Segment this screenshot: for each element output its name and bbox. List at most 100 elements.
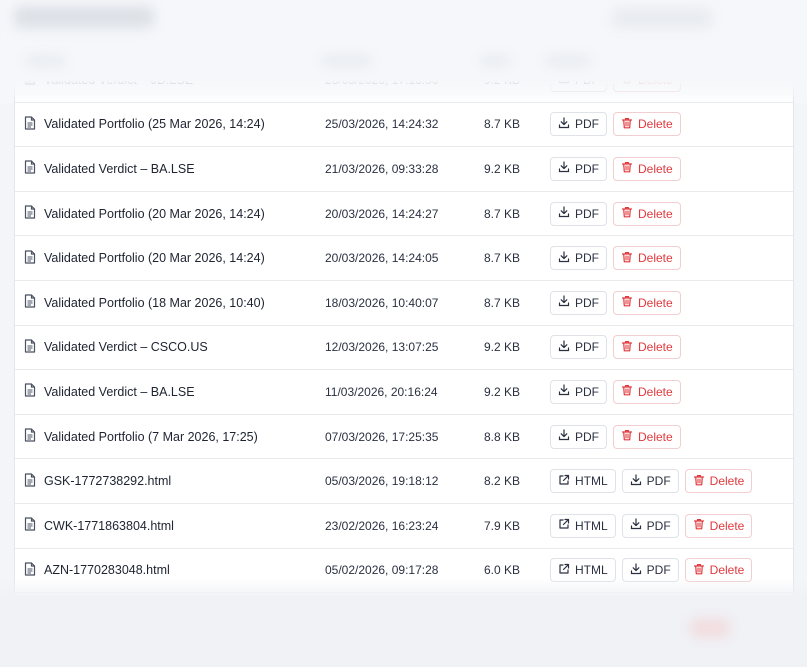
- trash-icon: [693, 518, 705, 533]
- download-icon: [630, 474, 642, 489]
- report-date: 25/03/2026, 14:24:32: [325, 117, 439, 132]
- row-actions: HTML PDF Delete: [550, 459, 753, 503]
- report-size: 8.7 KB: [484, 117, 521, 132]
- trash-icon: [621, 251, 633, 266]
- report-size: 8.7 KB: [484, 251, 521, 266]
- report-date: 18/03/2026, 10:40:07: [325, 295, 439, 310]
- download-pdf-button[interactable]: PDF: [550, 156, 607, 181]
- open-html-button[interactable]: HTML: [550, 469, 616, 494]
- delete-button[interactable]: Delete: [613, 424, 681, 449]
- report-date: 20/03/2026, 14:24:05: [325, 251, 439, 266]
- download-pdf-button[interactable]: PDF: [550, 290, 607, 315]
- download-pdf-button[interactable]: PDF: [550, 379, 607, 404]
- document-icon: [24, 339, 36, 356]
- html-label: HTML: [575, 474, 608, 489]
- external-link-icon: [558, 474, 570, 489]
- report-date: 07/03/2026, 17:25:35: [325, 429, 439, 444]
- delete-label: Delete: [638, 384, 673, 399]
- trash-icon: [621, 429, 633, 444]
- blurred-column-header-actions: [545, 56, 590, 66]
- open-html-button[interactable]: HTML: [550, 513, 616, 538]
- row-actions: PDF Delete: [550, 236, 681, 280]
- download-pdf-button[interactable]: PDF: [550, 112, 607, 137]
- delete-label: Delete: [638, 251, 673, 266]
- report-name-cell: Validated Verdict – BA.LSE: [24, 370, 195, 414]
- table-row: Validated Portfolio (18 Mar 2026, 10:40)…: [15, 281, 793, 326]
- document-icon: [24, 294, 36, 311]
- download-pdf-button[interactable]: PDF: [550, 335, 607, 360]
- delete-label: Delete: [638, 295, 673, 310]
- report-size: 9.2 KB: [484, 161, 521, 176]
- pdf-label: PDF: [646, 474, 671, 489]
- reports-table: Validated Verdict – JD.LSE 26/03/2026, 1…: [14, 80, 794, 597]
- delete-label: Delete: [638, 429, 673, 444]
- delete-button[interactable]: Delete: [684, 469, 753, 494]
- trash-icon: [693, 563, 705, 578]
- download-pdf-button[interactable]: PDF: [621, 513, 679, 538]
- pdf-label: PDF: [575, 161, 599, 176]
- delete-label: Delete: [709, 563, 745, 578]
- table-row: GSK-1772738292.html 05/03/2026, 19:18:12…: [15, 459, 793, 504]
- report-name: Validated Portfolio (25 Mar 2026, 14:24): [44, 117, 265, 132]
- delete-label: Delete: [638, 206, 673, 221]
- report-name-cell: Validated Portfolio (20 Mar 2026, 14:24): [24, 236, 265, 280]
- trash-icon: [621, 206, 633, 221]
- top-fade: [0, 80, 807, 104]
- delete-button[interactable]: Delete: [613, 201, 681, 226]
- table-row: Validated Portfolio (7 Mar 2026, 17:25) …: [15, 415, 793, 460]
- trash-icon: [621, 117, 633, 132]
- report-name: Validated Verdict – CSCO.US: [44, 340, 208, 355]
- report-name: CWK-1771863804.html: [44, 518, 174, 533]
- pdf-label: PDF: [646, 563, 671, 578]
- delete-button[interactable]: Delete: [613, 290, 681, 315]
- delete-button[interactable]: Delete: [613, 156, 681, 181]
- table-row: Validated Verdict – CSCO.US 12/03/2026, …: [15, 326, 793, 371]
- report-name-cell: GSK-1772738292.html: [24, 459, 171, 503]
- report-size: 9.2 KB: [484, 340, 521, 355]
- row-actions: PDF Delete: [550, 103, 681, 147]
- row-actions: PDF Delete: [550, 192, 681, 236]
- report-date: 21/03/2026, 09:33:28: [325, 161, 439, 176]
- report-date: 23/02/2026, 16:23:24: [325, 518, 439, 533]
- report-name-cell: Validated Portfolio (25 Mar 2026, 14:24): [24, 103, 265, 147]
- report-name: Validated Portfolio (18 Mar 2026, 10:40): [44, 295, 265, 310]
- delete-button[interactable]: Delete: [613, 112, 681, 137]
- table-row: Validated Portfolio (25 Mar 2026, 14:24)…: [15, 103, 793, 148]
- pdf-label: PDF: [575, 340, 599, 355]
- document-icon: [24, 517, 36, 534]
- download-icon: [558, 161, 570, 176]
- report-name: GSK-1772738292.html: [44, 474, 172, 489]
- trash-icon: [621, 340, 633, 355]
- delete-button[interactable]: Delete: [613, 246, 681, 271]
- report-size: 9.2 KB: [484, 384, 521, 399]
- download-icon: [558, 340, 570, 355]
- row-actions: PDF Delete: [550, 370, 681, 414]
- pdf-label: PDF: [646, 518, 671, 533]
- document-icon: [24, 383, 36, 400]
- download-icon: [558, 429, 570, 444]
- blurred-footer-button: [690, 618, 730, 638]
- download-pdf-button[interactable]: PDF: [550, 424, 607, 449]
- delete-button[interactable]: Delete: [613, 379, 681, 404]
- external-link-icon: [558, 518, 570, 533]
- bottom-fade: [0, 578, 807, 598]
- download-pdf-button[interactable]: PDF: [550, 246, 607, 271]
- document-icon: [24, 116, 36, 133]
- download-pdf-button[interactable]: PDF: [621, 469, 679, 494]
- table-row: Validated Portfolio (20 Mar 2026, 14:24)…: [15, 236, 793, 281]
- report-name: Validated Portfolio (7 Mar 2026, 17:25): [44, 429, 258, 444]
- document-icon: [24, 250, 36, 267]
- pdf-label: PDF: [575, 295, 599, 310]
- download-icon: [630, 518, 642, 533]
- row-actions: PDF Delete: [550, 326, 681, 370]
- report-name: AZN-1770283048.html: [44, 563, 170, 578]
- delete-button[interactable]: Delete: [684, 513, 753, 538]
- download-icon: [558, 206, 570, 221]
- download-pdf-button[interactable]: PDF: [550, 201, 607, 226]
- download-icon: [558, 384, 570, 399]
- download-icon: [558, 251, 570, 266]
- report-name: Validated Portfolio (20 Mar 2026, 14:24): [44, 206, 265, 221]
- html-label: HTML: [575, 563, 608, 578]
- delete-button[interactable]: Delete: [613, 335, 681, 360]
- pdf-label: PDF: [575, 206, 599, 221]
